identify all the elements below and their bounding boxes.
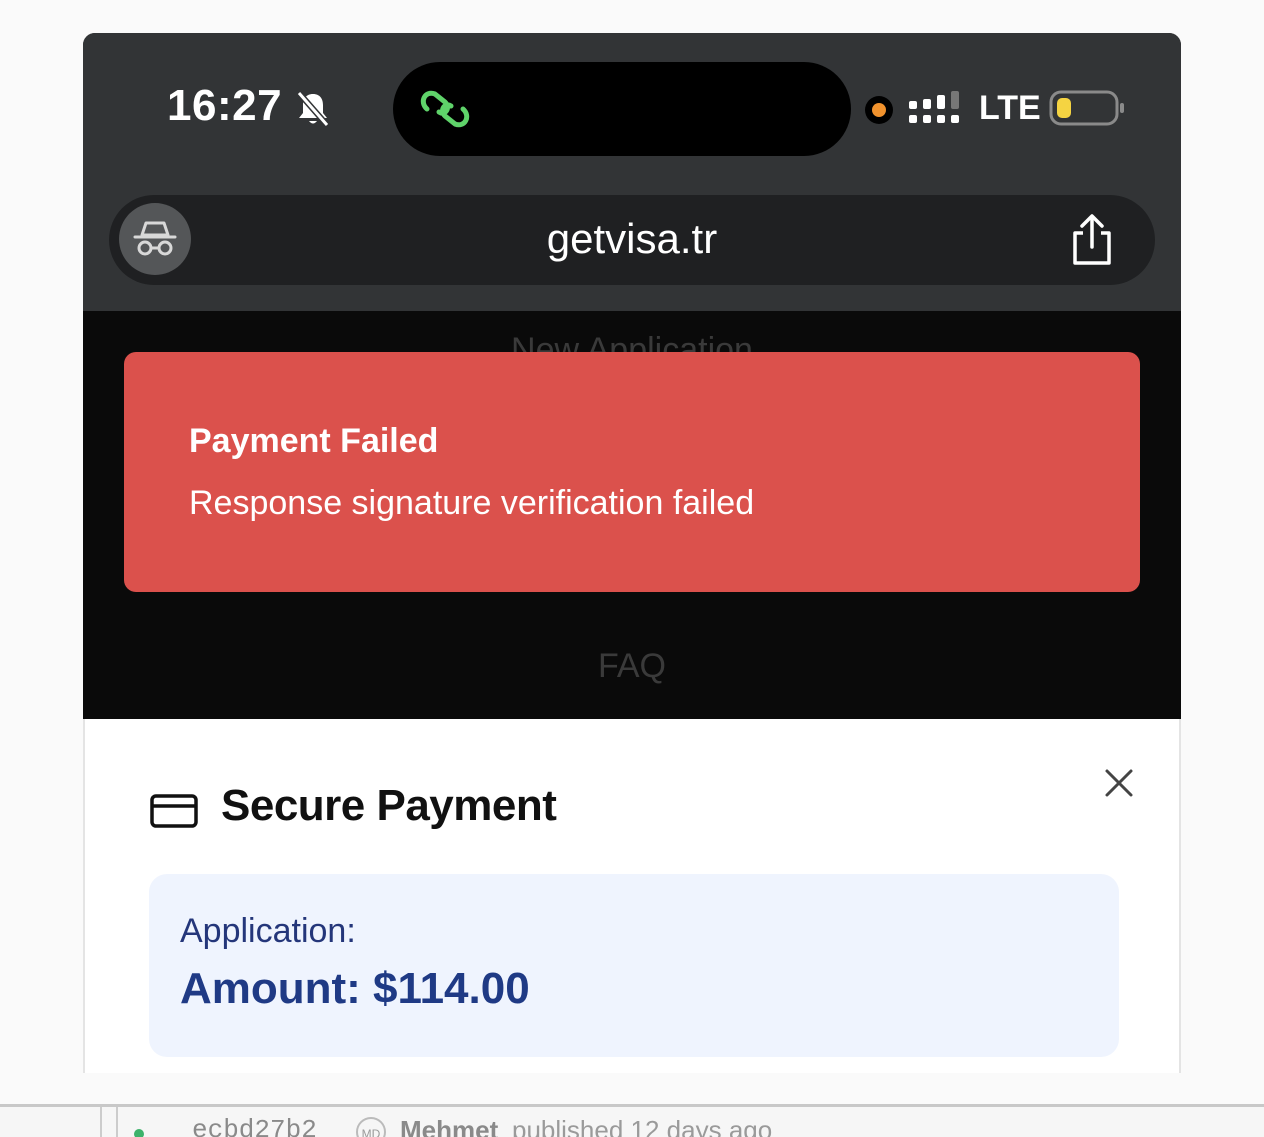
recording-indicator [865, 96, 893, 124]
application-label: Application: [180, 912, 356, 950]
cellular-signal-icon [909, 91, 959, 123]
network-type: LTE [979, 89, 1041, 127]
link-chain-icon [420, 90, 470, 128]
tree-line [116, 1107, 118, 1137]
background-commit-row: ecbd27b2 MD Mehmet published 12 days ago [0, 1104, 1264, 1137]
close-icon[interactable] [1101, 765, 1137, 801]
nav-item-faq[interactable]: FAQ [83, 647, 1181, 686]
bell-slash-icon [296, 91, 330, 127]
toast-title: Payment Failed [189, 422, 439, 460]
tree-line [100, 1107, 102, 1137]
avatar: MD [356, 1117, 386, 1137]
address-bar[interactable]: getvisa.tr [109, 195, 1155, 285]
battery-icon [1049, 90, 1124, 126]
dynamic-island[interactable] [393, 62, 851, 156]
payment-sheet: Secure Payment Application: Amount: $114… [83, 719, 1181, 1073]
share-icon[interactable] [1067, 213, 1117, 267]
amount-label: Amount: $114.00 [180, 964, 530, 1013]
url-text[interactable]: getvisa.tr [109, 215, 1155, 263]
credit-card-icon [150, 794, 198, 828]
status-time: 16:27 [167, 81, 283, 130]
error-toast[interactable]: Payment Failed Response signature verifi… [124, 352, 1140, 592]
phone-screen: 16:27 LTE getvisa.tr New Application FAQ… [83, 33, 1181, 1073]
sheet-title: Secure Payment [221, 781, 557, 830]
amount-summary: Application: Amount: $114.00 [149, 874, 1119, 1057]
commit-dot [134, 1129, 144, 1137]
toast-message: Response signature verification failed [189, 484, 755, 522]
browser-chrome: 16:27 LTE getvisa.tr [83, 33, 1181, 311]
